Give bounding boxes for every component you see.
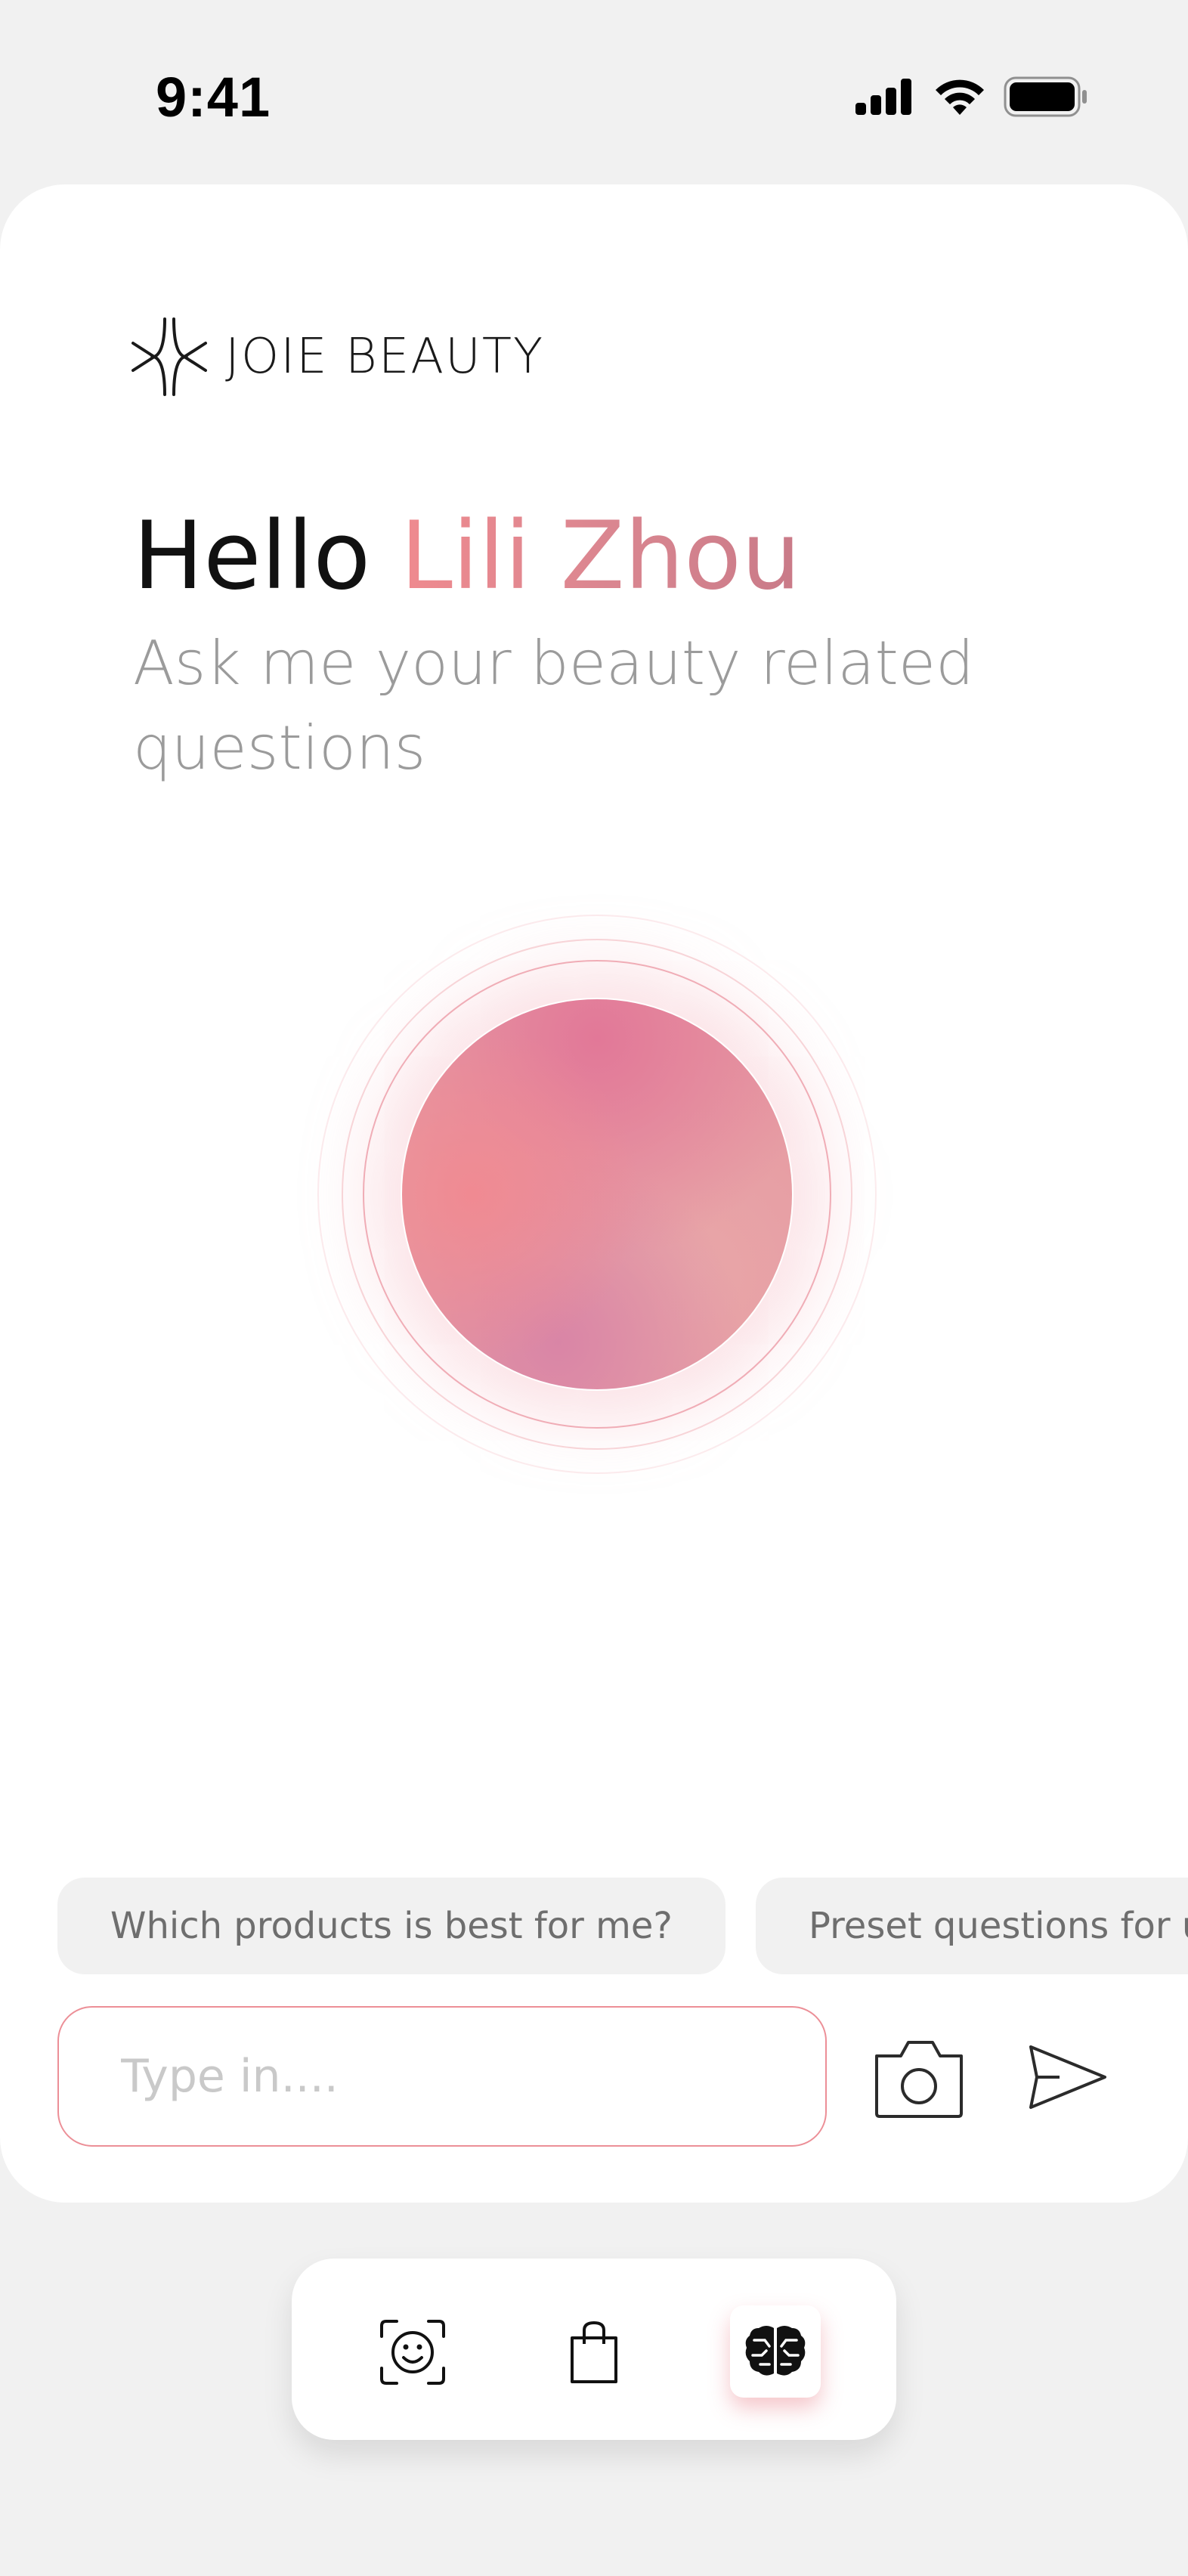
nav-ai-assistant[interactable]: [730, 2305, 821, 2398]
joie-beauty-logo-icon: [131, 317, 207, 396]
greeting-title: Hello Lili Zhou: [133, 502, 801, 611]
assistant-card: JOIE BEAUTY Hello Lili Zhou Ask me your …: [0, 184, 1188, 2203]
orb-core: [402, 999, 792, 1389]
send-button[interactable]: [1026, 2042, 1109, 2112]
message-input[interactable]: [119, 2049, 772, 2104]
shopping-bag-icon: [571, 2321, 617, 2383]
brand-name: JOIE BEAUTY: [225, 329, 545, 385]
battery-icon: [1004, 76, 1087, 117]
greeting-subtitle: Ask me your beauty related questions: [133, 628, 974, 783]
user-name: Lili Zhou: [400, 502, 801, 611]
ai-voice-orb[interactable]: [317, 915, 877, 1474]
status-icons: [855, 76, 1088, 118]
suggestion-chip[interactable]: Preset questions for u: [756, 1878, 1188, 1974]
brand-header: JOIE BEAUTY: [131, 317, 544, 396]
bottom-nav: [292, 2259, 896, 2440]
cellular-signal-icon: [855, 79, 911, 115]
camera-icon: [875, 2041, 963, 2118]
nav-face-scan[interactable]: [367, 2307, 458, 2398]
face-scan-icon: [380, 2320, 445, 2385]
send-icon: [1029, 2045, 1106, 2109]
greeting-hello: Hello: [133, 502, 401, 611]
suggestion-chip[interactable]: Which products is best for me?: [57, 1878, 725, 1974]
status-bar: 9:41: [0, 0, 1188, 181]
camera-button[interactable]: [872, 2033, 966, 2121]
wifi-icon: [936, 79, 984, 115]
ai-brain-icon: [745, 2326, 806, 2376]
nav-shop[interactable]: [549, 2307, 639, 2398]
status-time: 9:41: [156, 66, 271, 128]
message-input-box: [57, 2006, 827, 2147]
suggestion-chips: Which products is best for me? Preset qu…: [57, 1878, 1188, 1974]
